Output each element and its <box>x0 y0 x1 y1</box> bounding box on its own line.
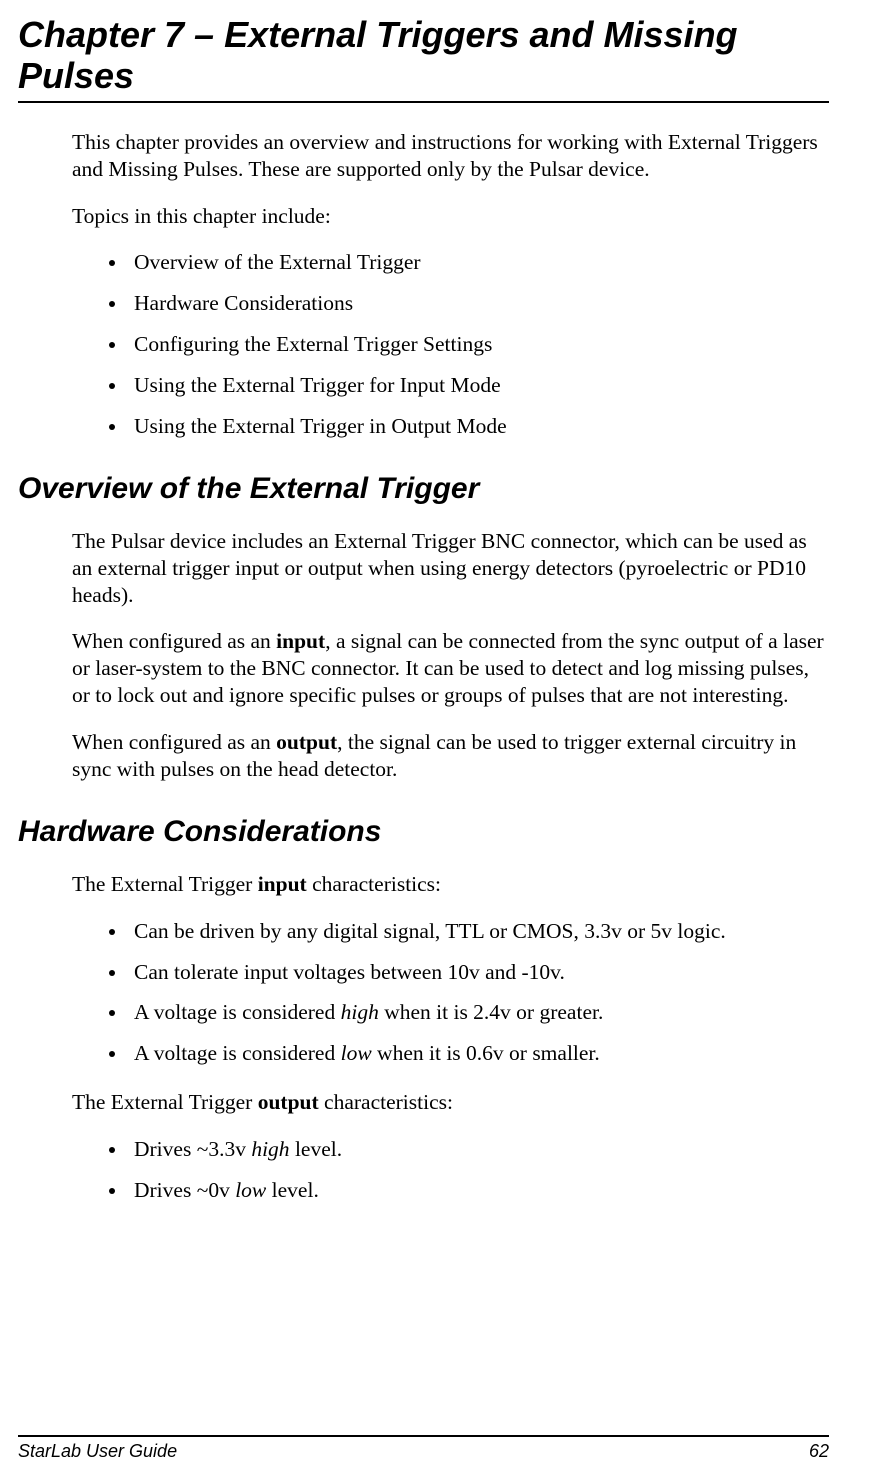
list-item: Hardware Considerations <box>128 290 829 317</box>
bold-run: input <box>258 872 307 896</box>
list-item: Using the External Trigger in Output Mod… <box>128 413 829 440</box>
text-run: The External Trigger <box>72 1090 258 1114</box>
list-item: A voltage is considered high when it is … <box>128 999 829 1026</box>
hardware-block: The External Trigger input characteristi… <box>72 871 829 1204</box>
list-item: Drives ~3.3v high level. <box>128 1136 829 1163</box>
list-item: Drives ~0v low level. <box>128 1177 829 1204</box>
text-run: when it is 2.4v or greater. <box>379 1000 604 1024</box>
text-run: when it is 0.6v or smaller. <box>372 1041 600 1065</box>
list-item: A voltage is considered low when it is 0… <box>128 1040 829 1067</box>
topics-list: Overview of the External Trigger Hardwar… <box>128 249 829 439</box>
text-run: characteristics: <box>307 872 441 896</box>
list-item: Overview of the External Trigger <box>128 249 829 276</box>
overview-block: The Pulsar device includes an External T… <box>72 528 829 783</box>
italic-run: high <box>251 1137 289 1161</box>
overview-p3: When configured as an output, the signal… <box>72 729 829 783</box>
topics-lead: Topics in this chapter include: <box>72 203 829 230</box>
chapter-title-rule <box>18 101 829 103</box>
input-characteristics-list: Can be driven by any digital signal, TTL… <box>128 918 829 1068</box>
page-footer: StarLab User Guide 62 <box>18 1435 829 1462</box>
footer-guide-title: StarLab User Guide <box>18 1441 177 1462</box>
text-run: Drives ~0v <box>134 1178 235 1202</box>
footer-rule <box>18 1435 829 1437</box>
footer-row: StarLab User Guide 62 <box>18 1441 829 1462</box>
text-run: level. <box>290 1137 343 1161</box>
text-run: A voltage is considered <box>134 1041 341 1065</box>
chapter-title: Chapter 7 – External Triggers and Missin… <box>18 14 829 97</box>
text-run: level. <box>266 1178 319 1202</box>
overview-p2: When configured as an input, a signal ca… <box>72 628 829 709</box>
bold-run: output <box>258 1090 319 1114</box>
section-heading-overview: Overview of the External Trigger <box>18 472 829 506</box>
text-run: When configured as an <box>72 730 276 754</box>
list-item: Can tolerate input voltages between 10v … <box>128 959 829 986</box>
list-item: Configuring the External Trigger Setting… <box>128 331 829 358</box>
input-characteristics-lead: The External Trigger input characteristi… <box>72 871 829 898</box>
text-run: When configured as an <box>72 629 276 653</box>
intro-block: This chapter provides an overview and in… <box>72 129 829 440</box>
italic-run: high <box>341 1000 379 1024</box>
bold-run: input <box>276 629 325 653</box>
output-characteristics-list: Drives ~3.3v high level. Drives ~0v low … <box>128 1136 829 1204</box>
footer-page-number: 62 <box>809 1441 829 1462</box>
output-characteristics-lead: The External Trigger output characterist… <box>72 1089 829 1116</box>
list-item: Can be driven by any digital signal, TTL… <box>128 918 829 945</box>
text-run: Drives ~3.3v <box>134 1137 251 1161</box>
italic-run: low <box>235 1178 266 1202</box>
list-item: Using the External Trigger for Input Mod… <box>128 372 829 399</box>
text-run: A voltage is considered <box>134 1000 341 1024</box>
bold-run: output <box>276 730 337 754</box>
italic-run: low <box>341 1041 372 1065</box>
text-run: characteristics: <box>319 1090 453 1114</box>
section-heading-hardware: Hardware Considerations <box>18 815 829 849</box>
intro-paragraph: This chapter provides an overview and in… <box>72 129 829 183</box>
text-run: The External Trigger <box>72 872 258 896</box>
overview-p1: The Pulsar device includes an External T… <box>72 528 829 609</box>
